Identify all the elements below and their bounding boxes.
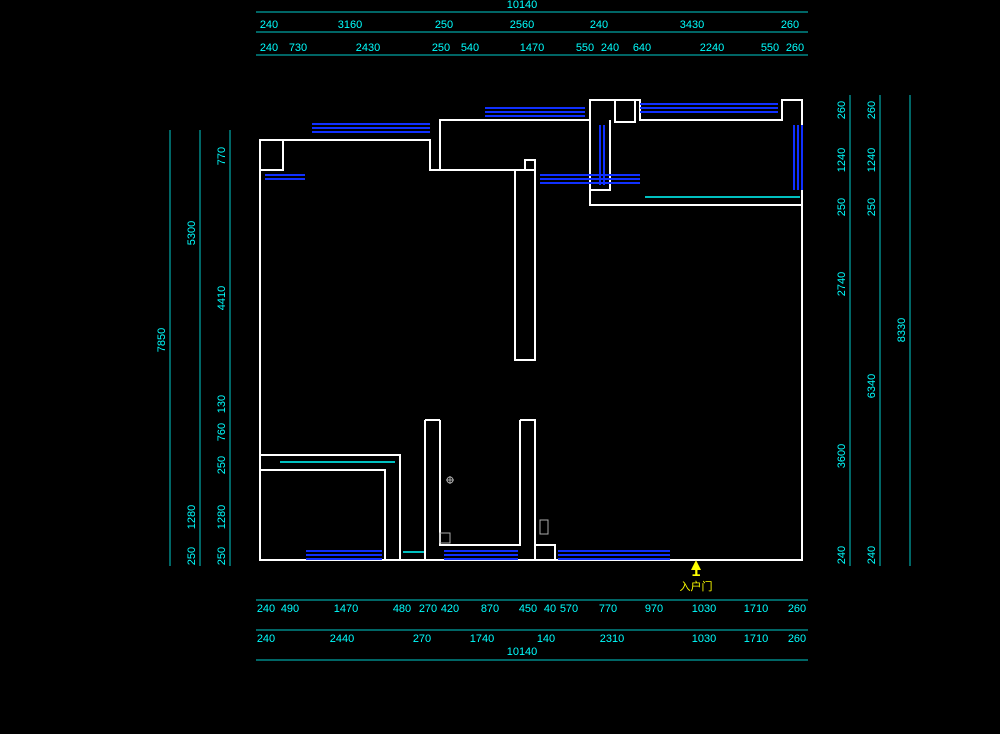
dim-value: 770 <box>599 603 617 615</box>
dim-value: 3160 <box>338 19 362 31</box>
dim-value: 260 <box>788 633 806 645</box>
dim-value: 760 <box>216 423 228 441</box>
dim-value: 450 <box>519 603 537 615</box>
dim-value: 3600 <box>836 444 848 468</box>
dim-value: 4410 <box>216 286 228 310</box>
dim-value: 770 <box>216 147 228 165</box>
dim-value: 240 <box>601 42 619 54</box>
dim-value: 240 <box>257 603 275 615</box>
dim-value: 1470 <box>334 603 358 615</box>
dim-value: 250 <box>432 42 450 54</box>
dim-value: 870 <box>481 603 499 615</box>
dim-value: 260 <box>786 42 804 54</box>
dim-value: 1710 <box>744 603 768 615</box>
dim-value: 1240 <box>836 148 848 172</box>
dim-value: 260 <box>781 19 799 31</box>
dim-value: 2740 <box>836 272 848 296</box>
dim-value: 140 <box>537 633 555 645</box>
dim-value: 250 <box>216 456 228 474</box>
dim-value: 250 <box>866 198 878 216</box>
dim-value: 1030 <box>692 633 716 645</box>
dim-value: 420 <box>441 603 459 615</box>
window-segments <box>265 104 802 559</box>
dim-value: 6340 <box>866 374 878 398</box>
dim-overall-width-bottom: 10140 <box>507 646 538 658</box>
dim-value: 1710 <box>744 633 768 645</box>
dim-value: 1240 <box>866 148 878 172</box>
dim-value: 260 <box>866 101 878 119</box>
dim-value: 970 <box>645 603 663 615</box>
dims-bottom-outer: 240 2440 270 1740 140 2310 1030 1710 260 <box>256 630 808 645</box>
dim-value: 250 <box>186 547 198 565</box>
door-openings <box>280 197 800 552</box>
svg-text:入户门: 入户门 <box>680 579 713 593</box>
dim-value: 2240 <box>700 42 724 54</box>
dim-value: 240 <box>836 546 848 564</box>
dim-value: 7850 <box>156 328 168 352</box>
dim-value: 3430 <box>680 19 704 31</box>
dim-value: 8330 <box>896 318 908 342</box>
dim-value: 570 <box>560 603 578 615</box>
dim-value: 40 <box>544 603 556 615</box>
floorplan-walls <box>260 100 802 560</box>
dims-right: 260124025027403600240 26012402506340240 … <box>836 95 910 566</box>
dim-value: 2560 <box>510 19 534 31</box>
dim-value: 250 <box>836 198 848 216</box>
dim-value: 240 <box>866 546 878 564</box>
dim-value: 550 <box>761 42 779 54</box>
dim-value: 1280 <box>216 505 228 529</box>
dim-value: 1740 <box>470 633 494 645</box>
dim-value: 240 <box>260 19 278 31</box>
dims-top-outer: 240 3160 250 2560 240 3430 260 <box>256 19 808 32</box>
dim-value: 5300 <box>186 221 198 245</box>
dim-value: 730 <box>289 42 307 54</box>
dim-value: 270 <box>419 603 437 615</box>
dim-value: 240 <box>590 19 608 31</box>
dim-value: 1280 <box>186 505 198 529</box>
dim-value: 260 <box>836 101 848 119</box>
dim-value: 250 <box>216 547 228 565</box>
dim-value: 2430 <box>356 42 380 54</box>
entry-marker: 1 入户门 <box>680 560 713 593</box>
cad-floorplan: 10140 240 3160 250 2560 240 3430 260 240 730 243… <box>0 0 1000 734</box>
dim-value: 480 <box>393 603 411 615</box>
dim-value: 1030 <box>692 603 716 615</box>
dim-value: 550 <box>576 42 594 54</box>
dim-overall-width-top: 10140 <box>507 0 538 11</box>
dim-value: 270 <box>413 633 431 645</box>
dim-value: 640 <box>633 42 651 54</box>
fixtures <box>440 476 548 543</box>
dim-value: 250 <box>435 19 453 31</box>
dims-bottom-inner: 240 490 1470 480 270 420 870 450 40 570 770 970 1030… <box>256 600 808 615</box>
dim-value: 2440 <box>330 633 354 645</box>
dim-value: 240 <box>260 42 278 54</box>
dim-value: 490 <box>281 603 299 615</box>
dim-value: 260 <box>788 603 806 615</box>
dims-left: 7850 5300 1280 250 770 4410 130 760 250 1280 250 <box>156 130 230 566</box>
dims-top-inner: 240 730 2430 250 540 1470 550 240 640 2240 550 260 <box>256 42 808 55</box>
dim-value: 540 <box>461 42 479 54</box>
dim-value: 1470 <box>520 42 544 54</box>
dim-value: 130 <box>216 395 228 413</box>
dim-value: 2310 <box>600 633 624 645</box>
dim-value: 240 <box>257 633 275 645</box>
